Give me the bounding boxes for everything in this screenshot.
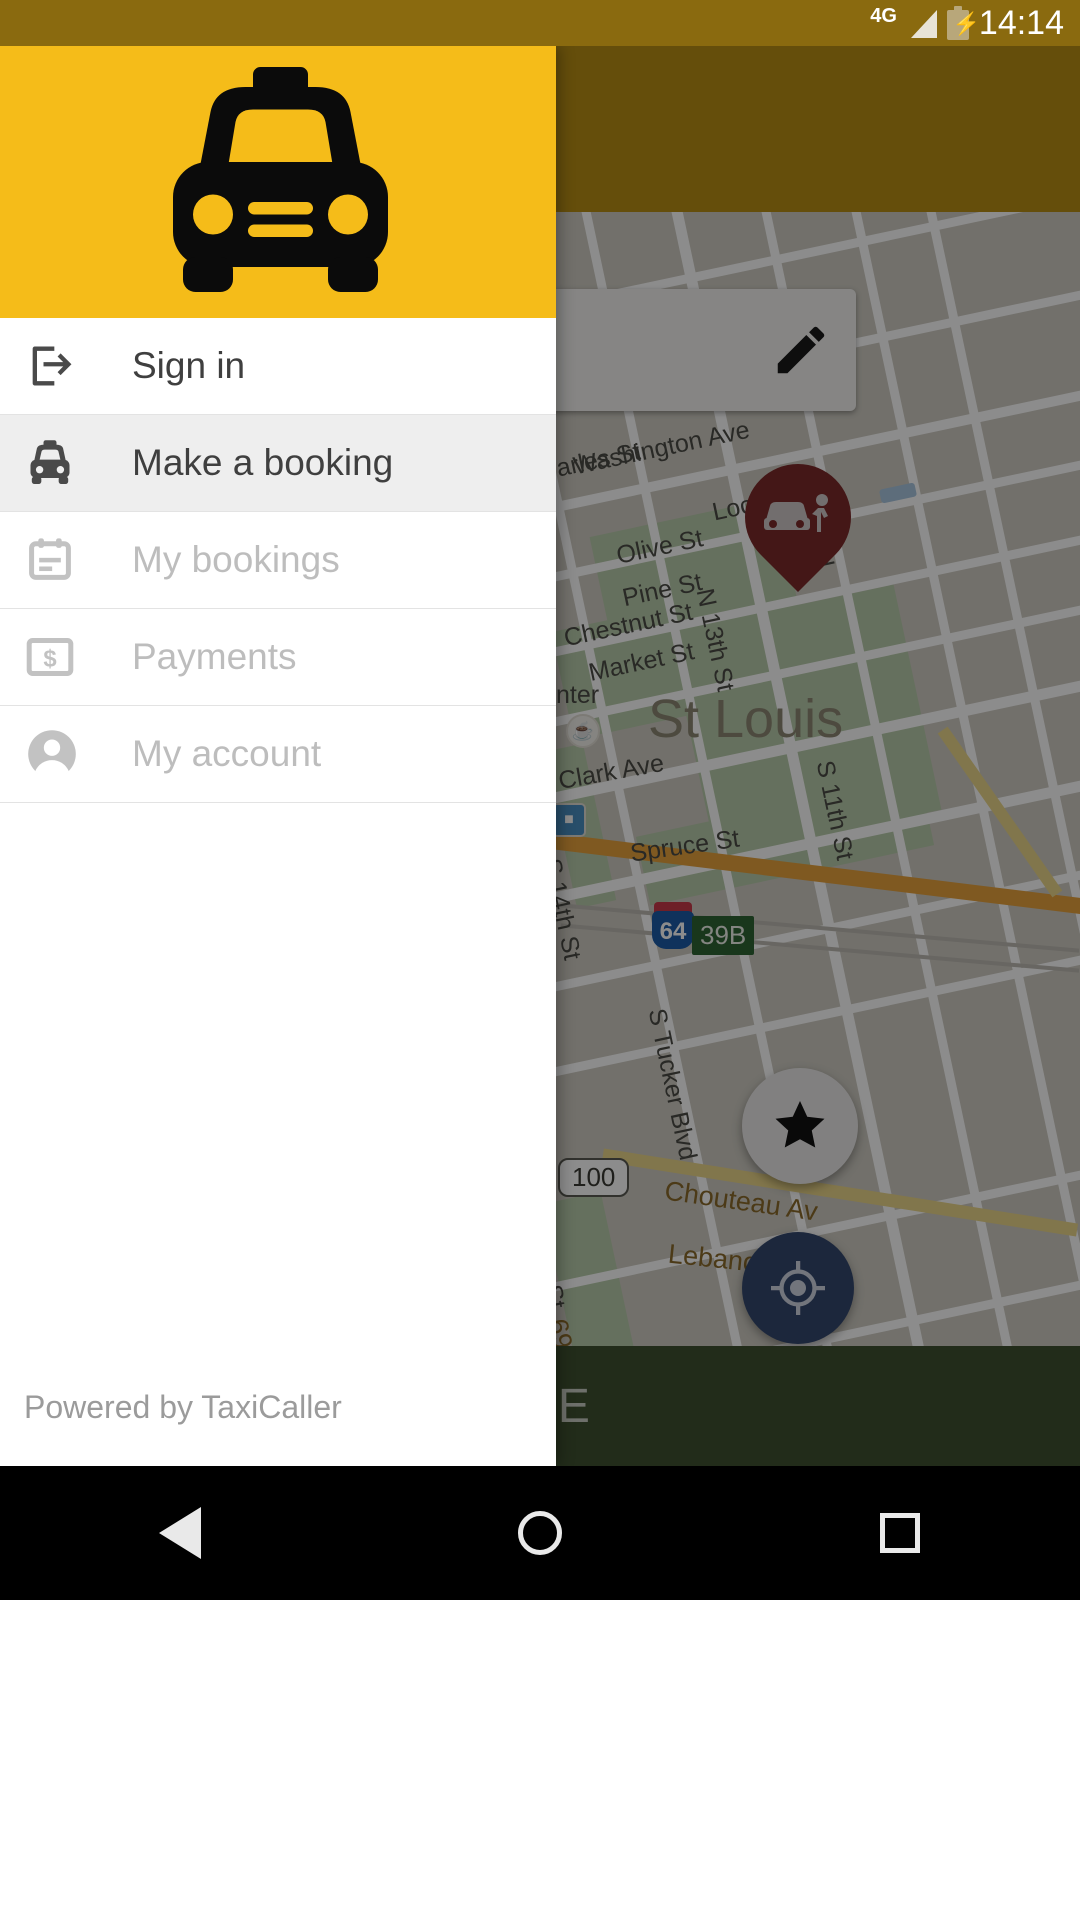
- svg-text:$: $: [43, 646, 56, 673]
- drawer-header: [0, 46, 556, 318]
- android-navigation-bar: [0, 1466, 1080, 1600]
- home-circle-icon: [518, 1511, 562, 1555]
- drawer-item-payments[interactable]: $ Payments: [0, 609, 556, 706]
- nav-home-button[interactable]: [480, 1466, 600, 1600]
- drawer-menu-list: Sign in Make a booking My bookings $ Pay…: [0, 318, 556, 803]
- drawer-footer-text: Powered by TaxiCaller: [24, 1389, 342, 1425]
- taxi-icon: [173, 67, 388, 292]
- network-type-label: 4G: [870, 5, 897, 27]
- drawer-item-label: Make a booking: [132, 442, 394, 483]
- nav-back-button[interactable]: [120, 1466, 240, 1600]
- drawer-item-label: My account: [132, 733, 322, 774]
- clock-label: 14:14: [978, 4, 1064, 42]
- drawer-item-label: My bookings: [132, 539, 340, 580]
- taxi-icon: [24, 415, 100, 512]
- drawer-item-label: Payments: [132, 636, 297, 677]
- login-icon: [24, 318, 100, 415]
- drawer-item-my-bookings[interactable]: My bookings: [0, 512, 556, 609]
- drawer-item-sign-in[interactable]: Sign in: [0, 318, 556, 415]
- drawer-item-label: Sign in: [132, 345, 246, 386]
- navigation-drawer: Sign in Make a booking My bookings $ Pay…: [0, 46, 556, 1466]
- payment-money-icon: $: [24, 609, 100, 706]
- event-note-icon: [24, 512, 100, 609]
- drawer-item-my-account[interactable]: My account: [0, 706, 556, 803]
- recents-square-icon: [880, 1513, 920, 1553]
- status-bar: 4G ⚡ 14:14: [0, 0, 1080, 46]
- battery-charging-icon: ⚡: [946, 6, 980, 40]
- account-circle-icon: [24, 706, 100, 803]
- drawer-item-make-a-booking[interactable]: Make a booking: [0, 415, 556, 512]
- signal-cellular-icon: [907, 8, 937, 38]
- nav-recents-button[interactable]: [840, 1466, 960, 1600]
- back-triangle-icon: [159, 1507, 201, 1559]
